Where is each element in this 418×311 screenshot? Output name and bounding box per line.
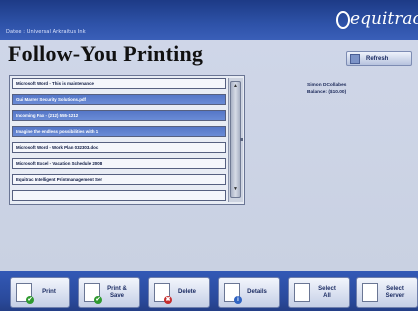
print-icon: ✔ <box>16 283 34 304</box>
delete-button[interactable]: ✖ Delete <box>148 277 210 308</box>
scroll-up-arrow-icon[interactable]: ▲ <box>232 84 239 89</box>
print-save-label-line1: Print & <box>107 285 127 292</box>
print-label: Print <box>42 289 56 295</box>
job-row[interactable]: Microsoft Word - This is maintenance <box>12 78 226 89</box>
details-icon: i <box>224 283 242 304</box>
user-balance: Balance: ($10.00) <box>307 90 347 95</box>
refresh-button[interactable]: Refresh <box>346 51 412 66</box>
delete-icon: ✖ <box>154 283 172 304</box>
print-job-list[interactable]: Microsoft Word - This is maintenance Gui… <box>9 75 245 205</box>
job-name: Imagine the endless possibilities with 1 <box>16 129 99 134</box>
print-save-label-line2: Save <box>109 292 124 299</box>
print-button[interactable]: ✔ Print <box>10 277 70 308</box>
select-server-button[interactable]: Select Server <box>356 277 418 308</box>
scroll-grip-icon <box>240 138 243 141</box>
equitrac-logo: equitrac <box>336 5 418 33</box>
job-name: Microsoft Word - Work Plan 032303.doc <box>16 145 99 150</box>
select-server-label-line1: Select <box>386 285 404 292</box>
select-server-label-line2: Server <box>385 292 405 299</box>
job-row[interactable]: Microsoft Word - Work Plan 032303.doc <box>12 142 226 153</box>
job-row[interactable] <box>12 190 226 201</box>
job-name: Incoming Fax - (212) 555-1212 <box>16 113 79 118</box>
scroll-down-arrow-icon[interactable]: ▼ <box>232 187 239 192</box>
job-name: Equitrac Intelligent Printmanagement Ser <box>16 177 103 182</box>
details-label: Details <box>247 289 267 295</box>
print-save-icon: ✔ <box>84 283 102 304</box>
job-row[interactable]: Incoming Fax - (212) 555-1212 <box>12 110 226 121</box>
brand-name: equitrac <box>350 9 418 29</box>
job-row[interactable]: Equitrac Intelligent Printmanagement Ser <box>12 174 226 185</box>
select-all-label-line1: Select <box>318 285 336 292</box>
page-title: Follow-You Printing <box>8 41 204 66</box>
print-and-save-button[interactable]: ✔ Print & Save <box>78 277 140 308</box>
breadcrumb: Datee : Universal Arkraitus Ink <box>6 29 86 35</box>
refresh-icon <box>350 53 360 64</box>
job-row[interactable]: Microsoft Excel - Vacation Schedule 2008 <box>12 158 226 169</box>
details-button[interactable]: i Details <box>218 277 280 308</box>
select-all-button[interactable]: Select All <box>288 277 350 308</box>
job-name: Microsoft Excel - Vacation Schedule 2008 <box>16 161 103 166</box>
job-row[interactable]: Gui Marrer Security Solutions.pdf <box>12 94 226 105</box>
select-all-icon <box>294 283 310 302</box>
logo-mark-icon <box>336 11 351 29</box>
job-name: Gui Marrer Security Solutions.pdf <box>16 97 87 102</box>
job-row[interactable]: Imagine the endless possibilities with 1 <box>12 126 226 137</box>
user-info: Simon DCollabes Balance: ($10.00) <box>307 82 346 96</box>
refresh-label: Refresh <box>366 55 389 62</box>
select-all-label-line2: All <box>323 292 331 299</box>
job-name: Microsoft Word - This is maintenance <box>16 81 94 86</box>
select-server-icon <box>362 283 378 302</box>
header-bar: Datee : Universal Arkraitus Ink equitrac <box>0 0 418 40</box>
user-name: Simon DCollabes <box>307 83 347 88</box>
delete-label: Delete <box>177 289 196 295</box>
